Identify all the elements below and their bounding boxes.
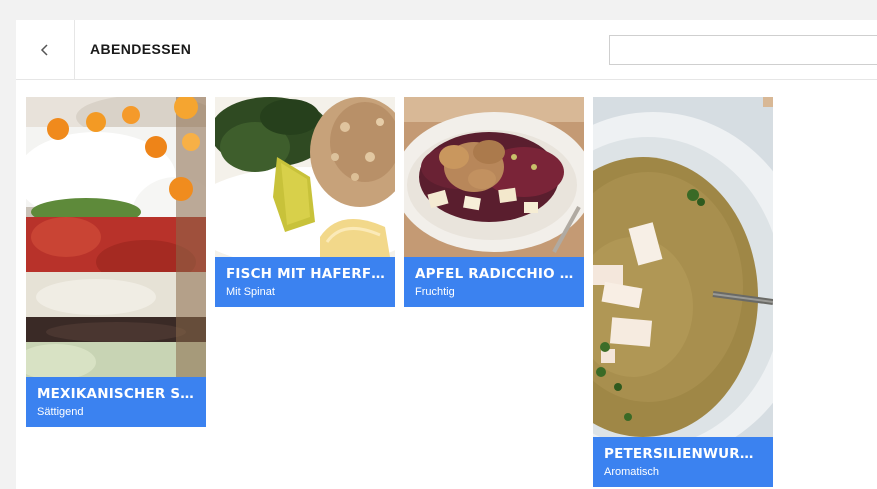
- recipe-image: [26, 97, 206, 377]
- header-bar: ABENDESSEN: [16, 20, 877, 80]
- recipe-card[interactable]: APFEL RADICCHIO SALAT Fruchtig: [404, 97, 584, 307]
- recipe-image: [593, 97, 773, 437]
- recipe-title: FISCH MIT HAFERFLOCKEN: [226, 266, 385, 282]
- recipe-card[interactable]: PETERSILIENWURZELSUPPE Aromatisch: [593, 97, 773, 487]
- recipe-title: MEXIKANISCHER SALAT: [37, 386, 196, 402]
- recipe-card[interactable]: FISCH MIT HAFERFLOCKEN Mit Spinat: [215, 97, 395, 307]
- recipe-image: [215, 97, 395, 257]
- recipe-panel: ABENDESSEN MEXIKANISCHER SA Sättigend FI…: [16, 20, 877, 489]
- back-button[interactable]: [16, 20, 75, 80]
- recipe-subtitle: Fruchtig: [415, 286, 455, 298]
- chevron-left-icon: [40, 44, 48, 56]
- recipe-subtitle: Aromatisch: [604, 466, 660, 478]
- recipe-title: PETERSILIENWURZELSUPPE: [604, 446, 763, 462]
- recipe-card-label: APFEL RADICCHIO SALAT Fruchtig: [404, 257, 584, 307]
- recipe-subtitle: Sättigend: [37, 406, 84, 418]
- recipe-image: [404, 97, 584, 257]
- recipe-subtitle: Mit Spinat: [226, 286, 275, 298]
- recipe-card-label: MEXIKANISCHER SALAT Sättigend: [26, 377, 206, 427]
- recipe-title: APFEL RADICCHIO SALAT: [415, 266, 574, 282]
- recipe-card-label: PETERSILIENWURZELSUPPE Aromatisch: [593, 437, 773, 487]
- search-input[interactable]: [609, 35, 877, 65]
- page-title: ABENDESSEN: [90, 41, 192, 57]
- recipe-card-label: FISCH MIT HAFERFLOCKEN Mit Spinat: [215, 257, 395, 307]
- recipe-card[interactable]: MEXIKANISCHER SALAT Sättigend: [26, 97, 206, 427]
